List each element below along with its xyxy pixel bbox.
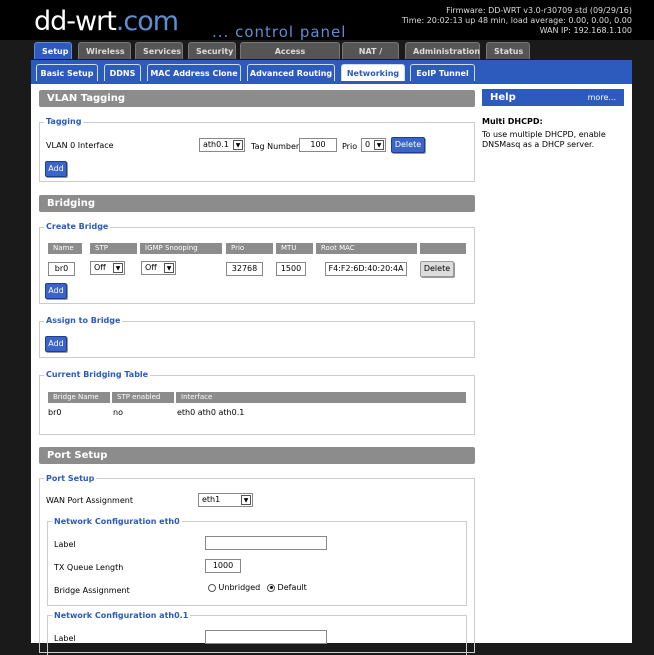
vlan-delete-button[interactable]: Delete [391, 137, 425, 153]
tagging-fieldset: Tagging VLAN 0 Interface ath0.1 ▼ Tag Num… [39, 117, 475, 182]
ath01-config-legend: Network Configuration ath0.1 [52, 611, 191, 620]
control-panel-tagline: ... control panel [212, 23, 347, 41]
tag-number-label: Tag Number [251, 142, 300, 151]
assign-bridge-legend: Assign to Bridge [44, 316, 123, 325]
tab-security[interactable]: Security [188, 42, 236, 59]
wan-ip: WAN IP: 192.168.1.100 [539, 26, 632, 35]
port-setup-fieldset: Port Setup WAN Port Assignment eth1 ▼ Net… [39, 474, 475, 655]
bridge-name-input[interactable]: br0 [48, 262, 75, 276]
txq-length-label: TX Queue Length [54, 563, 124, 572]
tab-wireless[interactable]: Wireless [78, 42, 131, 59]
eth0-label-input[interactable] [205, 536, 327, 550]
assign-add-button[interactable]: Add [45, 336, 67, 352]
chevron-down-icon: ▼ [164, 263, 174, 273]
eth0-config-fieldset: Network Configuration eth0 Label TX Queu… [47, 517, 467, 606]
main-content: VLAN Tagging Tagging VLAN 0 Interface at… [31, 84, 632, 655]
bridging-table-legend: Current Bridging Table [44, 370, 151, 379]
default-radio[interactable] [267, 583, 275, 592]
chevron-down-icon: ▼ [113, 263, 123, 273]
eth0-label-label: Label [54, 540, 76, 549]
create-bridge-legend: Create Bridge [44, 222, 111, 231]
eth0-config-legend: Network Configuration eth0 [52, 517, 182, 526]
subtab-advanced-routing[interactable]: Advanced Routing [247, 64, 335, 81]
tab-setup[interactable]: Setup [34, 42, 72, 59]
table-cell-interface: eth0 ath0 ath0.1 [177, 408, 245, 417]
port-setup-legend: Port Setup [44, 474, 97, 483]
txq-length-input[interactable]: 1000 [205, 559, 241, 573]
column-header-mtu: MTU [276, 243, 313, 254]
vlan-add-button[interactable]: Add [45, 161, 67, 177]
tab-nat-qos[interactable]: NAT / QoS [342, 42, 399, 73]
column-header-action [420, 243, 466, 254]
bridging-table-fieldset: Current Bridging Table Bridge Name STP e… [39, 370, 475, 435]
wan-port-select[interactable]: eth1 ▼ [198, 493, 253, 507]
table-header-bridge-name: Bridge Name [48, 392, 110, 403]
port-setup-heading: Port Setup [39, 447, 475, 464]
bridge-add-button[interactable]: Add [45, 283, 67, 299]
ddwrt-logo: dd-wrt.com [34, 6, 179, 37]
vlan-interface-select[interactable]: ath0.1 ▼ [199, 138, 245, 152]
bridging-heading: Bridging [39, 195, 475, 212]
subtab-ddns[interactable]: DDNS [104, 64, 141, 81]
help-header: Help more... [482, 89, 624, 106]
firmware-version: Firmware: DD-WRT v3.0-r30709 std (09/29/… [446, 6, 632, 15]
column-header-name: Name [48, 243, 82, 254]
chevron-down-icon: ▼ [374, 140, 384, 150]
assign-bridge-fieldset: Assign to Bridge Add [39, 316, 475, 358]
help-text: To use multiple DHCPD, enable DNSMasq as… [482, 130, 606, 149]
vlan-interface-label: VLAN 0 Interface [46, 141, 114, 150]
column-header-root-mac: Root MAC [316, 243, 417, 254]
column-header-igmp: IGMP Snooping [140, 243, 222, 254]
vlan-tagging-heading: VLAN Tagging [39, 90, 475, 107]
tag-number-input[interactable]: 100 [299, 138, 337, 152]
subtab-basic-setup[interactable]: Basic Setup [36, 64, 98, 81]
subtab-eoip-tunnel[interactable]: EoIP Tunnel [410, 64, 475, 81]
tagging-legend: Tagging [44, 117, 84, 126]
tab-administration[interactable]: Administration [405, 42, 480, 59]
subtab-networking[interactable]: Networking [341, 64, 405, 81]
bridge-delete-button[interactable]: Delete [420, 261, 454, 277]
ath01-config-fieldset: Network Configuration ath0.1 Label [47, 611, 467, 655]
header-bar: dd-wrt.com ... control panel Firmware: D… [0, 0, 654, 41]
table-cell-bridge-name: br0 [48, 408, 62, 417]
create-bridge-fieldset: Create Bridge Name STP IGMP Snooping Pri… [39, 222, 475, 304]
status-info: Firmware: DD-WRT v3.0-r30709 std (09/29/… [402, 6, 632, 36]
bridge-igmp-select[interactable]: Off ▼ [141, 261, 176, 275]
prio-select[interactable]: 0 ▼ [361, 138, 386, 152]
unbridged-radio[interactable] [208, 583, 216, 592]
unbridged-option[interactable]: Unbridged [208, 583, 260, 592]
chevron-down-icon: ▼ [233, 140, 243, 150]
bridge-prio-input[interactable]: 32768 [226, 262, 263, 276]
prio-label: Prio [342, 142, 358, 151]
ath01-label-label: Label [54, 634, 76, 643]
tab-access-restrictions[interactable]: Access Restrictions [240, 42, 340, 73]
tab-services[interactable]: Services [135, 42, 183, 59]
subtab-mac-clone[interactable]: MAC Address Clone [147, 64, 241, 81]
bridge-root-mac-input[interactable]: F4:F2:6D:40:20:4A [325, 262, 407, 276]
table-header-interface: Interface [176, 392, 466, 403]
table-header-stp: STP enabled [112, 392, 174, 403]
column-header-stp: STP [90, 243, 137, 254]
default-option[interactable]: Default [267, 583, 307, 592]
bridge-mtu-input[interactable]: 1500 [276, 262, 306, 276]
help-more-link[interactable]: more... [588, 89, 616, 106]
bridge-stp-select[interactable]: Off ▼ [90, 261, 125, 275]
help-heading: Multi DHCPD: [482, 117, 543, 126]
table-cell-stp: no [113, 408, 123, 417]
column-header-prio: Prio [226, 243, 273, 254]
uptime-info: Time: 20:02:13 up 48 min, load average: … [401, 16, 632, 25]
tab-status[interactable]: Status [486, 42, 530, 59]
wan-port-label: WAN Port Assignment [46, 496, 133, 505]
chevron-down-icon: ▼ [241, 495, 251, 505]
sub-tabs-bar: Basic Setup DDNS MAC Address Clone Advan… [31, 60, 632, 84]
bridge-assignment-label: Bridge Assignment [54, 586, 130, 595]
ath01-label-input[interactable] [205, 630, 327, 644]
